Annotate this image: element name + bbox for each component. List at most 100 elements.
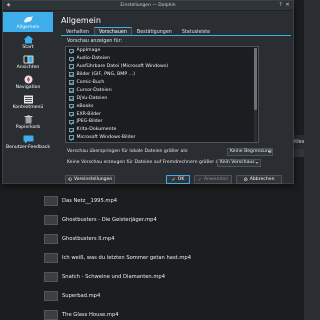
file-row[interactable]: Das Netz__1995.mp4 <box>44 191 294 210</box>
local-size-value: Keine Begrenzung <box>230 149 272 154</box>
sidebar-item-label: Benutzer-Feedback <box>6 144 50 150</box>
dialog-titlebar[interactable]: ◈ Einstellungen — Dolphin ? ✕ <box>3 1 293 11</box>
dolphin-icon <box>23 15 34 24</box>
file-row[interactable]: Ich weiß, was du letzten Sommer getan ha… <box>44 248 294 267</box>
file-name: Ich weiß, was du letzten Sommer getan ha… <box>62 254 191 261</box>
defaults-icon: ⟲ <box>67 176 72 183</box>
chevron-down-icon: ▾ <box>267 149 270 154</box>
file-row[interactable]: Superbad.mp4 <box>44 286 294 305</box>
cancel-icon: ⊘ <box>243 176 248 183</box>
sidebar-item-label: Allgemein <box>16 24 40 30</box>
preview-section-label: Vorschau anzeigen für: <box>67 39 123 44</box>
cancel-button[interactable]: ⊘ Abbrechen <box>236 175 282 184</box>
checkbox[interactable] <box>69 48 74 54</box>
sidebar-item-ansichten[interactable]: Ansichten <box>3 52 53 72</box>
checkbox[interactable] <box>69 103 74 109</box>
local-size-combo[interactable]: Keine Begrenzung ▾ <box>227 148 273 156</box>
checkbox[interactable] <box>69 111 74 117</box>
sidebar-item-label: Start <box>22 44 34 50</box>
ok-button[interactable]: ✓ OK <box>166 175 190 184</box>
list-item[interactable]: Comic-Buch <box>66 79 258 87</box>
file-name: Ghostbusters - Die Geisterjäger.mp4 <box>62 216 157 223</box>
list-item[interactable]: JPEG-Bilder <box>66 118 258 126</box>
app-menu-icon[interactable]: ◈ <box>6 3 11 8</box>
remote-size-combo[interactable]: Kein Vorschaus ▾ <box>217 159 261 167</box>
sidebar-item-papierkorb[interactable]: Papierkorb <box>3 112 53 132</box>
file-name: Das Netz__1995.mp4 <box>62 197 118 204</box>
tab-bestaetigungen[interactable]: Bestätigungen <box>132 27 177 35</box>
page-title: Allgemein <box>61 16 101 25</box>
list-item[interactable]: AppImage <box>66 47 258 55</box>
list-item[interactable]: eBooks <box>66 102 258 110</box>
file-row[interactable]: Ghostbusters - Die Geisterjäger.mp4 <box>44 210 294 229</box>
scrollbar-thumb[interactable] <box>254 48 257 110</box>
sidebar-item-label: Kontextmenü <box>12 104 44 110</box>
video-thumbnail <box>44 233 58 244</box>
tab-verhalten[interactable]: Verhalten <box>61 27 94 35</box>
list-item[interactable]: DjVu-Dateien <box>66 94 258 102</box>
checkbox[interactable] <box>69 135 74 140</box>
checkbox[interactable] <box>69 88 74 93</box>
list-item[interactable]: Krita-Dokumente <box>66 126 258 134</box>
apply-button[interactable]: ✓ Anwenden <box>194 175 232 184</box>
sidebar-item-navigation[interactable]: Navigation <box>3 72 53 92</box>
checkbox[interactable] <box>69 96 74 101</box>
list-item[interactable]: Ausführbare Datei (Microsoft Windows) <box>66 63 258 71</box>
file-name: Snatch - Schweine und Diamanten.mp4 <box>62 273 166 280</box>
file-row[interactable]: Snatch - Schweine und Diamanten.mp4 <box>44 267 294 286</box>
settings-dialog: ◈ Einstellungen — Dolphin ? ✕ Allgemein … <box>2 0 294 184</box>
list-item[interactable]: Microsoft Windows-Bilder <box>66 134 258 142</box>
file-name: Superbad.mp4 <box>62 292 101 299</box>
sidebar-item-label: Papierkorb <box>15 124 41 130</box>
list-item[interactable]: EXR-Bilder <box>66 110 258 118</box>
view-icon <box>23 55 34 64</box>
sidebar-item-allgemein[interactable]: Allgemein <box>3 12 53 32</box>
list-item[interactable]: Cursor-Dateien <box>66 86 258 94</box>
local-size-row: Vorschau überspringen für lokale Dateien… <box>67 147 189 156</box>
sidebar-item-kontextmenue[interactable]: Kontextmenü <box>3 92 53 112</box>
home-icon <box>23 35 34 44</box>
list-item[interactable]: Bilder (GIF, PNG, BMP ...) <box>66 71 258 79</box>
video-thumbnail <box>44 214 58 225</box>
sidebar-item-label: Ansichten <box>16 64 40 70</box>
tab-bar: Verhalten Vorschauen Bestätigungen Statu… <box>61 27 291 36</box>
file-name: The Glass House.mp4 <box>62 311 119 318</box>
remote-size-row: Keine Vorschau erzeugen für Dateien auf … <box>67 158 224 167</box>
preview-types-list[interactable]: AppImage Audio-Dateien Ausführbare Datei… <box>65 46 259 143</box>
file-name: Ghostbusters II.mp4 <box>62 235 115 242</box>
file-row[interactable]: Ghostbusters II.mp4 <box>44 229 294 248</box>
sidebar-item-label: Navigation <box>15 84 41 90</box>
tab-vorschauen[interactable]: Vorschauen <box>93 27 132 35</box>
local-size-label: Vorschau überspringen für lokale Dateien… <box>67 149 189 154</box>
file-row[interactable]: The Glass House.mp4 <box>44 305 294 320</box>
checkbox[interactable] <box>69 72 74 77</box>
feedback-icon <box>23 135 34 144</box>
list-item[interactable]: Audio-Dateien <box>66 55 258 63</box>
dialog-title: Einstellungen — Dolphin <box>120 3 176 8</box>
tab-statusleiste[interactable]: Statusleiste <box>177 27 215 35</box>
sidebar-item-start[interactable]: Start <box>3 32 53 52</box>
navigation-icon <box>23 75 34 84</box>
list-scrollbar[interactable] <box>254 48 257 142</box>
checkbox[interactable] <box>69 64 74 69</box>
checkbox[interactable] <box>69 119 74 125</box>
context-menu-icon <box>23 95 34 104</box>
remote-size-value: Kein Vorschaus <box>220 160 255 165</box>
settings-content: Allgemein Verhalten Vorschauen Bestätigu… <box>55 12 291 172</box>
remote-size-label: Keine Vorschau erzeugen für Dateien auf … <box>67 160 224 165</box>
video-thumbnail <box>44 195 58 206</box>
chevron-down-icon: ▾ <box>255 160 258 165</box>
apply-icon: ✓ <box>197 176 202 183</box>
trash-icon <box>23 114 34 124</box>
defaults-button[interactable]: ⟲ Voreinstellungen <box>65 175 115 184</box>
close-icon[interactable]: ✕ <box>285 3 290 8</box>
checkbox[interactable] <box>69 80 74 85</box>
help-icon[interactable]: ? <box>278 3 283 8</box>
sidebar-item-benutzer-feedback[interactable]: Benutzer-Feedback <box>3 132 53 152</box>
checkbox[interactable] <box>69 56 74 62</box>
check-icon: ✓ <box>171 176 176 183</box>
video-thumbnail <box>44 252 58 263</box>
checkbox[interactable] <box>69 127 74 133</box>
video-thumbnail <box>44 271 58 282</box>
video-thumbnail <box>44 290 58 301</box>
